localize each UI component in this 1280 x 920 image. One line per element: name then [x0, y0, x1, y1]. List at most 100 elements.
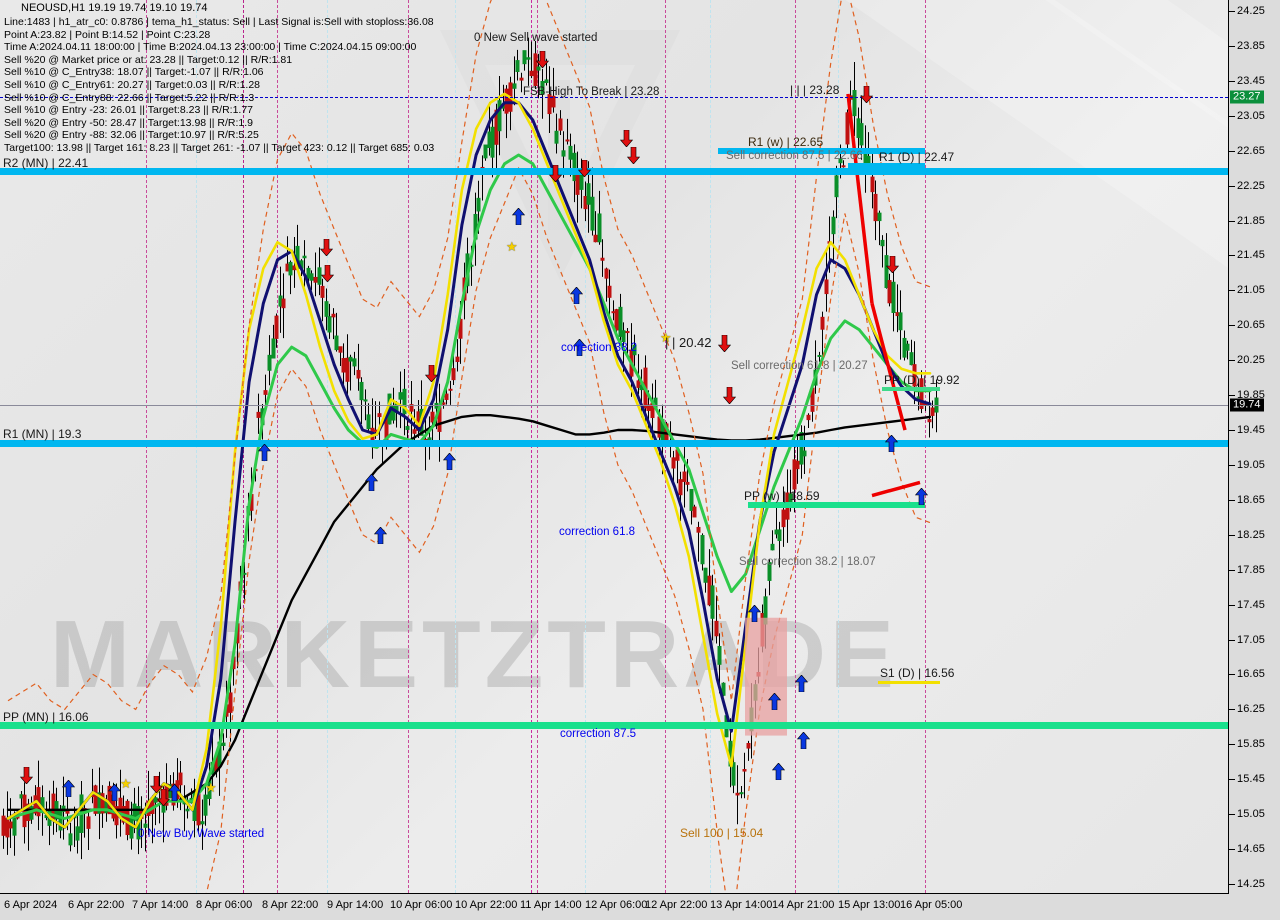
time-tick-label: 15 Apr 13:00: [838, 899, 901, 911]
price-tick-label: 23.85: [1237, 39, 1266, 52]
price-tick: [1229, 639, 1235, 641]
price-tick-label: 22.65: [1237, 144, 1266, 157]
analysis-line: Sell %20 @ Entry -50: 28.47 || Target:13…: [4, 116, 254, 129]
price-tick-label: 14.65: [1237, 843, 1266, 856]
price-tick: [1229, 325, 1235, 327]
level-price-badge: 23.27: [1230, 90, 1264, 104]
buy-arrow-13: [915, 487, 928, 505]
price-axis[interactable]: 24.25 23.85 23.45 23.05 22.65 22.25 21.85 21.45…: [1229, 0, 1280, 894]
level-line-s1-d[interactable]: [878, 680, 940, 684]
price-tick: [1229, 814, 1235, 816]
price-tick: [1229, 849, 1235, 851]
price-tick-label: 18.65: [1237, 493, 1266, 506]
level-label-pp-d: PP (D) | 19.92: [884, 373, 960, 387]
level-line-r2-mn[interactable]: [0, 168, 1228, 176]
analysis-line: Point A:23.82 | Point B:14.52 | Point C:…: [4, 28, 211, 41]
price-tick-label: 22.25: [1237, 179, 1266, 192]
analysis-line: Line:1483 | h1_atr_c0: 0.8786 | tema_h1_…: [4, 16, 434, 28]
annotation-new-sell-wave: 0 New Sell wave started: [474, 32, 598, 44]
buy-arrow-14: [62, 779, 75, 797]
buy-arrow-3: [443, 452, 456, 470]
price-tick-label: 16.65: [1237, 668, 1266, 681]
sell-arrow-1: [549, 164, 562, 182]
chart-info-header: NEOUSD,H1 19.19 19.74 19.10 19.74 Line:1…: [4, 2, 434, 155]
price-tick-label: 17.05: [1237, 633, 1266, 646]
analysis-line: Sell %10 @ C_Entry38: 18.07 || Target:-1…: [4, 66, 264, 79]
price-tick-label: 17.45: [1237, 598, 1266, 611]
sell-zone-box: [745, 617, 787, 736]
time-tick-label: 11 Apr 14:00: [520, 899, 582, 911]
time-tick-label: 12 Apr 22:00: [645, 899, 708, 911]
price-tick-label: 14.25: [1237, 878, 1266, 890]
buy-arrow-2: [374, 526, 387, 544]
price-tick: [1229, 255, 1235, 257]
star-marker-0: ★: [506, 238, 518, 254]
sell-arrow-14: [157, 788, 170, 806]
buy-arrow-5: [570, 286, 583, 304]
annotation-correction-38: correction 38.2: [561, 342, 638, 354]
time-tick-label: 7 Apr 14:00: [132, 899, 189, 911]
ma-line-black: [6, 414, 932, 811]
annotation-new-buy-wave: 0 New Buy Wave started: [138, 828, 265, 840]
level-label-r2-mn: R2 (MN) | 22.41: [3, 155, 89, 170]
level-line-r1-mn[interactable]: [0, 439, 1228, 447]
price-tick: [1229, 220, 1235, 222]
time-axis[interactable]: 6 Apr 2024 6 Apr 22:00 7 Apr 14:00 8 Apr 06…: [0, 894, 1280, 920]
analysis-line: Time A:2024.04.11 18:00:00 | Time B:2024…: [4, 41, 417, 54]
annotation-sell-100: Sell 100 | 15.04: [680, 826, 764, 840]
price-tick-label: 21.45: [1237, 249, 1266, 262]
price-tick: [1229, 185, 1235, 187]
price-tick-label: 20.25: [1237, 354, 1266, 367]
star-marker-1: ★: [120, 775, 132, 791]
price-tick-label: 15.85: [1237, 738, 1266, 751]
price-tick: [1229, 45, 1235, 47]
current-price-badge: 19.74: [1230, 398, 1264, 412]
sell-arrow-3: [620, 129, 633, 147]
chart-window[interactable]: MARKETZTRADE R2 (MN) | 22.41 R1 (w) | 22.…: [0, 0, 1280, 920]
price-tick-label: 21.05: [1237, 284, 1266, 297]
chart-plot-area[interactable]: MARKETZTRADE R2 (MN) | 22.41 R1 (w) | 22.…: [0, 0, 1229, 894]
sell-arrow-9: [723, 387, 736, 405]
sell-arrow-0: [536, 51, 549, 68]
price-tick-label: 24.25: [1237, 5, 1266, 17]
analysis-line: Target100: 13.98 || Target 161: 8.23 || …: [4, 141, 435, 154]
price-tick: [1229, 604, 1235, 606]
sell-arrow-4: [627, 147, 640, 165]
time-tick-label: 12 Apr 06:00: [585, 899, 648, 911]
sell-arrow-10: [860, 85, 873, 103]
price-tick-label: 18.25: [1237, 528, 1266, 541]
price-tick-label: 19.05: [1237, 458, 1266, 471]
sell-arrow-5: [320, 238, 333, 256]
time-tick-label: 10 Apr 06:00: [390, 899, 453, 911]
price-tick: [1229, 779, 1235, 781]
annotation-high-2042: | | 20.42: [665, 335, 712, 350]
price-tick: [1229, 709, 1235, 711]
annotation-fsb-high-break: FSB-High To Break | 23.28: [523, 86, 660, 98]
price-tick: [1229, 464, 1235, 466]
analysis-line: Sell %20 @ Market price or at: 23.28 || …: [4, 53, 293, 66]
level-label-r1-w: R1 (w) | 22.65: [748, 134, 824, 149]
price-tick: [1229, 11, 1235, 12]
level-label-s1-d: S1 (D) | 16.56: [880, 666, 955, 681]
buy-arrow-8: [768, 692, 781, 710]
time-tick-label: 16 Apr 05:00: [900, 899, 963, 911]
level-line-pp-d[interactable]: [882, 387, 940, 391]
star-marker-2: ★: [205, 779, 217, 795]
price-tick: [1229, 360, 1235, 362]
price-tick: [1229, 115, 1235, 117]
annotation-sell-correction-618: Sell correction 61.8 | 20.27: [731, 360, 868, 372]
analysis-text-lines: Line:1483 | h1_atr_c0: 0.8786 | tema_h1_…: [4, 16, 434, 155]
annotation-correction-875: correction 87.5: [560, 728, 637, 740]
time-tick-label: 6 Apr 22:00: [68, 899, 125, 911]
buy-arrow-10: [795, 675, 808, 693]
price-tick-label: 21.85: [1237, 214, 1266, 227]
price-tick: [1229, 499, 1235, 501]
price-tick: [1229, 674, 1235, 676]
analysis-line: Sell %20 @ Entry -88: 32.06 || Target:10…: [4, 129, 259, 142]
sell-arrow-11: [886, 256, 899, 274]
annotation-correction-618: correction 61.8: [559, 526, 636, 538]
time-tick-label: 14 Apr 21:00: [772, 899, 835, 911]
sell-arrow-7: [425, 365, 438, 383]
price-tick-label: 16.25: [1237, 703, 1266, 716]
ma-line-yellow: [6, 92, 932, 829]
